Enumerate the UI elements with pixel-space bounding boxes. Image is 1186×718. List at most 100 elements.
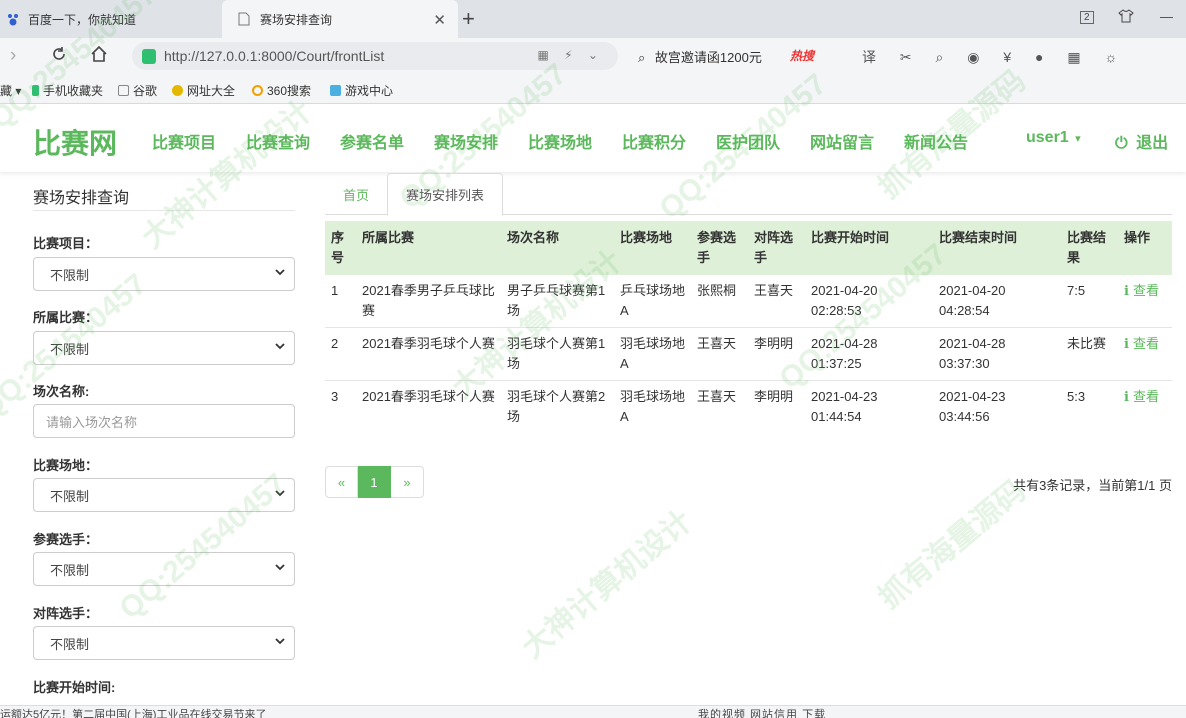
power-icon: ⏻ xyxy=(1115,135,1128,152)
url-field[interactable]: http://127.0.0.1:8000/Court/frontList ▦ … xyxy=(132,42,618,70)
view-link[interactable]: i 查看 xyxy=(1124,389,1159,405)
cell-opponent: 李明明 xyxy=(754,389,794,404)
cell-index: 2 xyxy=(325,327,356,381)
browser-search-box[interactable]: ⌕ 故宫邀请函1200元 xyxy=(638,47,762,66)
filter-select-project[interactable]: 不限制 xyxy=(33,257,295,291)
status-right-tools[interactable]: 我的视频 网站信用 下载 xyxy=(698,706,826,718)
filter-select-player[interactable]: 不限制 xyxy=(33,552,295,586)
nav-item-venues[interactable]: 比赛场地 xyxy=(528,129,592,153)
cell-actions: i 查看 xyxy=(1118,275,1172,328)
browser-tab-bar: 百度一下，你就知道 赛场安排查询 ✕ + 2 — xyxy=(0,0,1186,38)
globe-icon xyxy=(172,85,183,96)
column-header: 比赛开始时间 xyxy=(805,221,933,275)
nav-item-court-schedule[interactable]: 赛场安排 xyxy=(434,129,498,153)
table-row: 2 2021春季羽毛球个人赛 羽毛球个人赛第1场 羽毛球场地A 王喜天 李明明 … xyxy=(325,327,1172,381)
phone-icon xyxy=(32,85,39,96)
session-name-input[interactable]: 请输入场次名称 xyxy=(33,404,295,438)
cell-index: 3 xyxy=(331,389,339,404)
select-value: 不限制 xyxy=(50,267,90,283)
column-header: 序号 xyxy=(325,221,356,275)
cell-venue: 羽毛球场地A xyxy=(614,327,691,381)
nav-item-points[interactable]: 比赛积分 xyxy=(622,129,686,153)
bookmark-item[interactable]: 藏 ▾ xyxy=(0,82,21,99)
view-link[interactable]: i 查看 xyxy=(1124,283,1159,299)
watermark-text: 抓有海量源码 xyxy=(872,474,1032,616)
select-value: 不限制 xyxy=(50,636,90,652)
bookmark-item[interactable]: 游戏中心 xyxy=(330,82,393,99)
pagination: « 1 » xyxy=(325,466,424,498)
page-icon xyxy=(238,12,252,26)
nav-item-match-query[interactable]: 比赛查询 xyxy=(246,129,310,153)
filter-label-venue: 比赛场地： xyxy=(33,458,99,473)
filter-label-player: 参赛选手： xyxy=(33,532,99,547)
table-row: 3 2021春季羽毛球个人赛 羽毛球个人赛第2场 羽毛球场地A 王喜天 李明明 … xyxy=(325,381,1172,434)
bookmark-item[interactable]: 网址大全 xyxy=(172,82,235,99)
view-link-label: 查看 xyxy=(1132,336,1159,351)
bookmark-item[interactable]: 谷歌 xyxy=(118,82,157,99)
column-header: 所属比赛 xyxy=(356,221,501,275)
forward-arrow-icon[interactable]: › xyxy=(10,45,16,67)
shirt-icon[interactable] xyxy=(1118,9,1134,26)
filter-panel-title: 赛场安排查询 xyxy=(33,190,130,207)
nav-item-medical-team[interactable]: 医护团队 xyxy=(716,129,780,153)
logout-button[interactable]: ⏻ 退出 xyxy=(1115,129,1168,153)
bookmark-item[interactable]: 手机收藏夹 xyxy=(32,82,103,99)
nav-item-projects[interactable]: 比赛项目 xyxy=(152,129,216,153)
filter-label-start-time: 比赛开始时间: xyxy=(33,680,116,695)
cell-opponent: 李明明 xyxy=(748,327,805,381)
home-icon[interactable] xyxy=(90,45,108,69)
cell-venue: 乒乓球场地A xyxy=(614,275,691,328)
site-logo[interactable]: 比赛网 xyxy=(33,122,117,162)
nav-item-guestbook[interactable]: 网站留言 xyxy=(810,129,874,153)
filter-label-session-name: 场次名称: xyxy=(33,384,90,399)
page-1-button[interactable]: 1 xyxy=(358,466,391,498)
gamepad-icon xyxy=(330,85,341,96)
nav-item-news[interactable]: 新闻公告 xyxy=(904,129,968,153)
browser-tab-court[interactable]: 赛场安排查询 ✕ xyxy=(222,0,458,38)
new-tab-button[interactable]: + xyxy=(462,6,475,32)
close-tab-icon[interactable]: ✕ xyxy=(433,11,446,29)
status-news-ticker[interactable]: 运额达5亿元！第二届中国(上海)工业品在线交易节来了 xyxy=(0,706,266,718)
url-tools-icons[interactable]: ▦ ⚡ ⌄ xyxy=(538,48,605,62)
next-page-button[interactable]: » xyxy=(391,466,424,498)
baidu-paw-icon xyxy=(6,12,20,26)
table-row: 1 2021春季男子乒乓球比赛 男子乒乓球赛第1场 乒乓球场地A 张熙桐 王喜天… xyxy=(325,275,1172,328)
bookmark-item[interactable]: 360搜索 xyxy=(252,82,311,99)
page-info: 共有3条记录，当前第1/1 页 xyxy=(1013,478,1172,493)
cell-start-time: 2021-04-23 01:44:54 xyxy=(811,389,878,424)
filter-select-venue[interactable]: 不限制 xyxy=(33,478,295,512)
select-value: 不限制 xyxy=(50,488,90,504)
column-header: 对阵选手 xyxy=(748,221,805,275)
watermark-text: 大神计算机设计 xyxy=(516,504,699,665)
chevron-down-icon xyxy=(275,564,285,571)
browser-tab-title: 百度一下，你就知道 xyxy=(28,12,137,27)
divider xyxy=(33,210,295,211)
table-header-row: 序号 所属比赛 场次名称 比赛场地 参赛选手 对阵选手 比赛开始时间 比赛结束时… xyxy=(325,221,1172,275)
minimize-icon[interactable]: — xyxy=(1160,9,1173,24)
tab-court-schedule-list[interactable]: 赛场安排列表 xyxy=(387,173,503,216)
column-header: 操作 xyxy=(1118,221,1172,275)
reload-icon[interactable] xyxy=(50,45,68,69)
chevron-down-icon xyxy=(275,490,285,497)
schedule-table: 序号 所属比赛 场次名称 比赛场地 参赛选手 对阵选手 比赛开始时间 比赛结束时… xyxy=(325,221,1172,433)
cell-session-name: 羽毛球个人赛第2场 xyxy=(507,389,606,424)
user-menu[interactable]: user1 ▾ xyxy=(1026,129,1081,147)
cell-venue: 羽毛球场地A xyxy=(620,389,686,424)
cell-competition: 2021春季羽毛球个人赛 xyxy=(362,389,495,404)
chevron-down-icon xyxy=(275,638,285,645)
tab-home[interactable]: 首页 xyxy=(325,173,387,215)
chevron-down-icon xyxy=(275,343,285,350)
tab-count-badge[interactable]: 2 xyxy=(1080,11,1094,24)
view-link[interactable]: i 查看 xyxy=(1124,336,1159,352)
filter-select-opponent[interactable]: 不限制 xyxy=(33,626,295,660)
page-icon xyxy=(118,85,129,96)
hot-search-label[interactable]: 热搜 xyxy=(790,47,814,64)
column-header: 比赛结束时间 xyxy=(933,221,1061,275)
browser-tab-baidu[interactable]: 百度一下，你就知道 xyxy=(0,0,222,38)
nav-item-entrants[interactable]: 参赛名单 xyxy=(340,129,404,153)
extension-icons[interactable]: 译 ✂ ⌕ ◉ ¥ ● ▦ ☼ xyxy=(862,47,1127,67)
prev-page-button[interactable]: « xyxy=(325,466,358,498)
cell-end-time: 2021-04-23 03:44:56 xyxy=(939,389,1006,424)
filter-select-competition[interactable]: 不限制 xyxy=(33,331,295,365)
bookmarks-bar: 藏 ▾ 手机收藏夹 谷歌 网址大全 360搜索 游戏中心 xyxy=(0,74,1186,104)
